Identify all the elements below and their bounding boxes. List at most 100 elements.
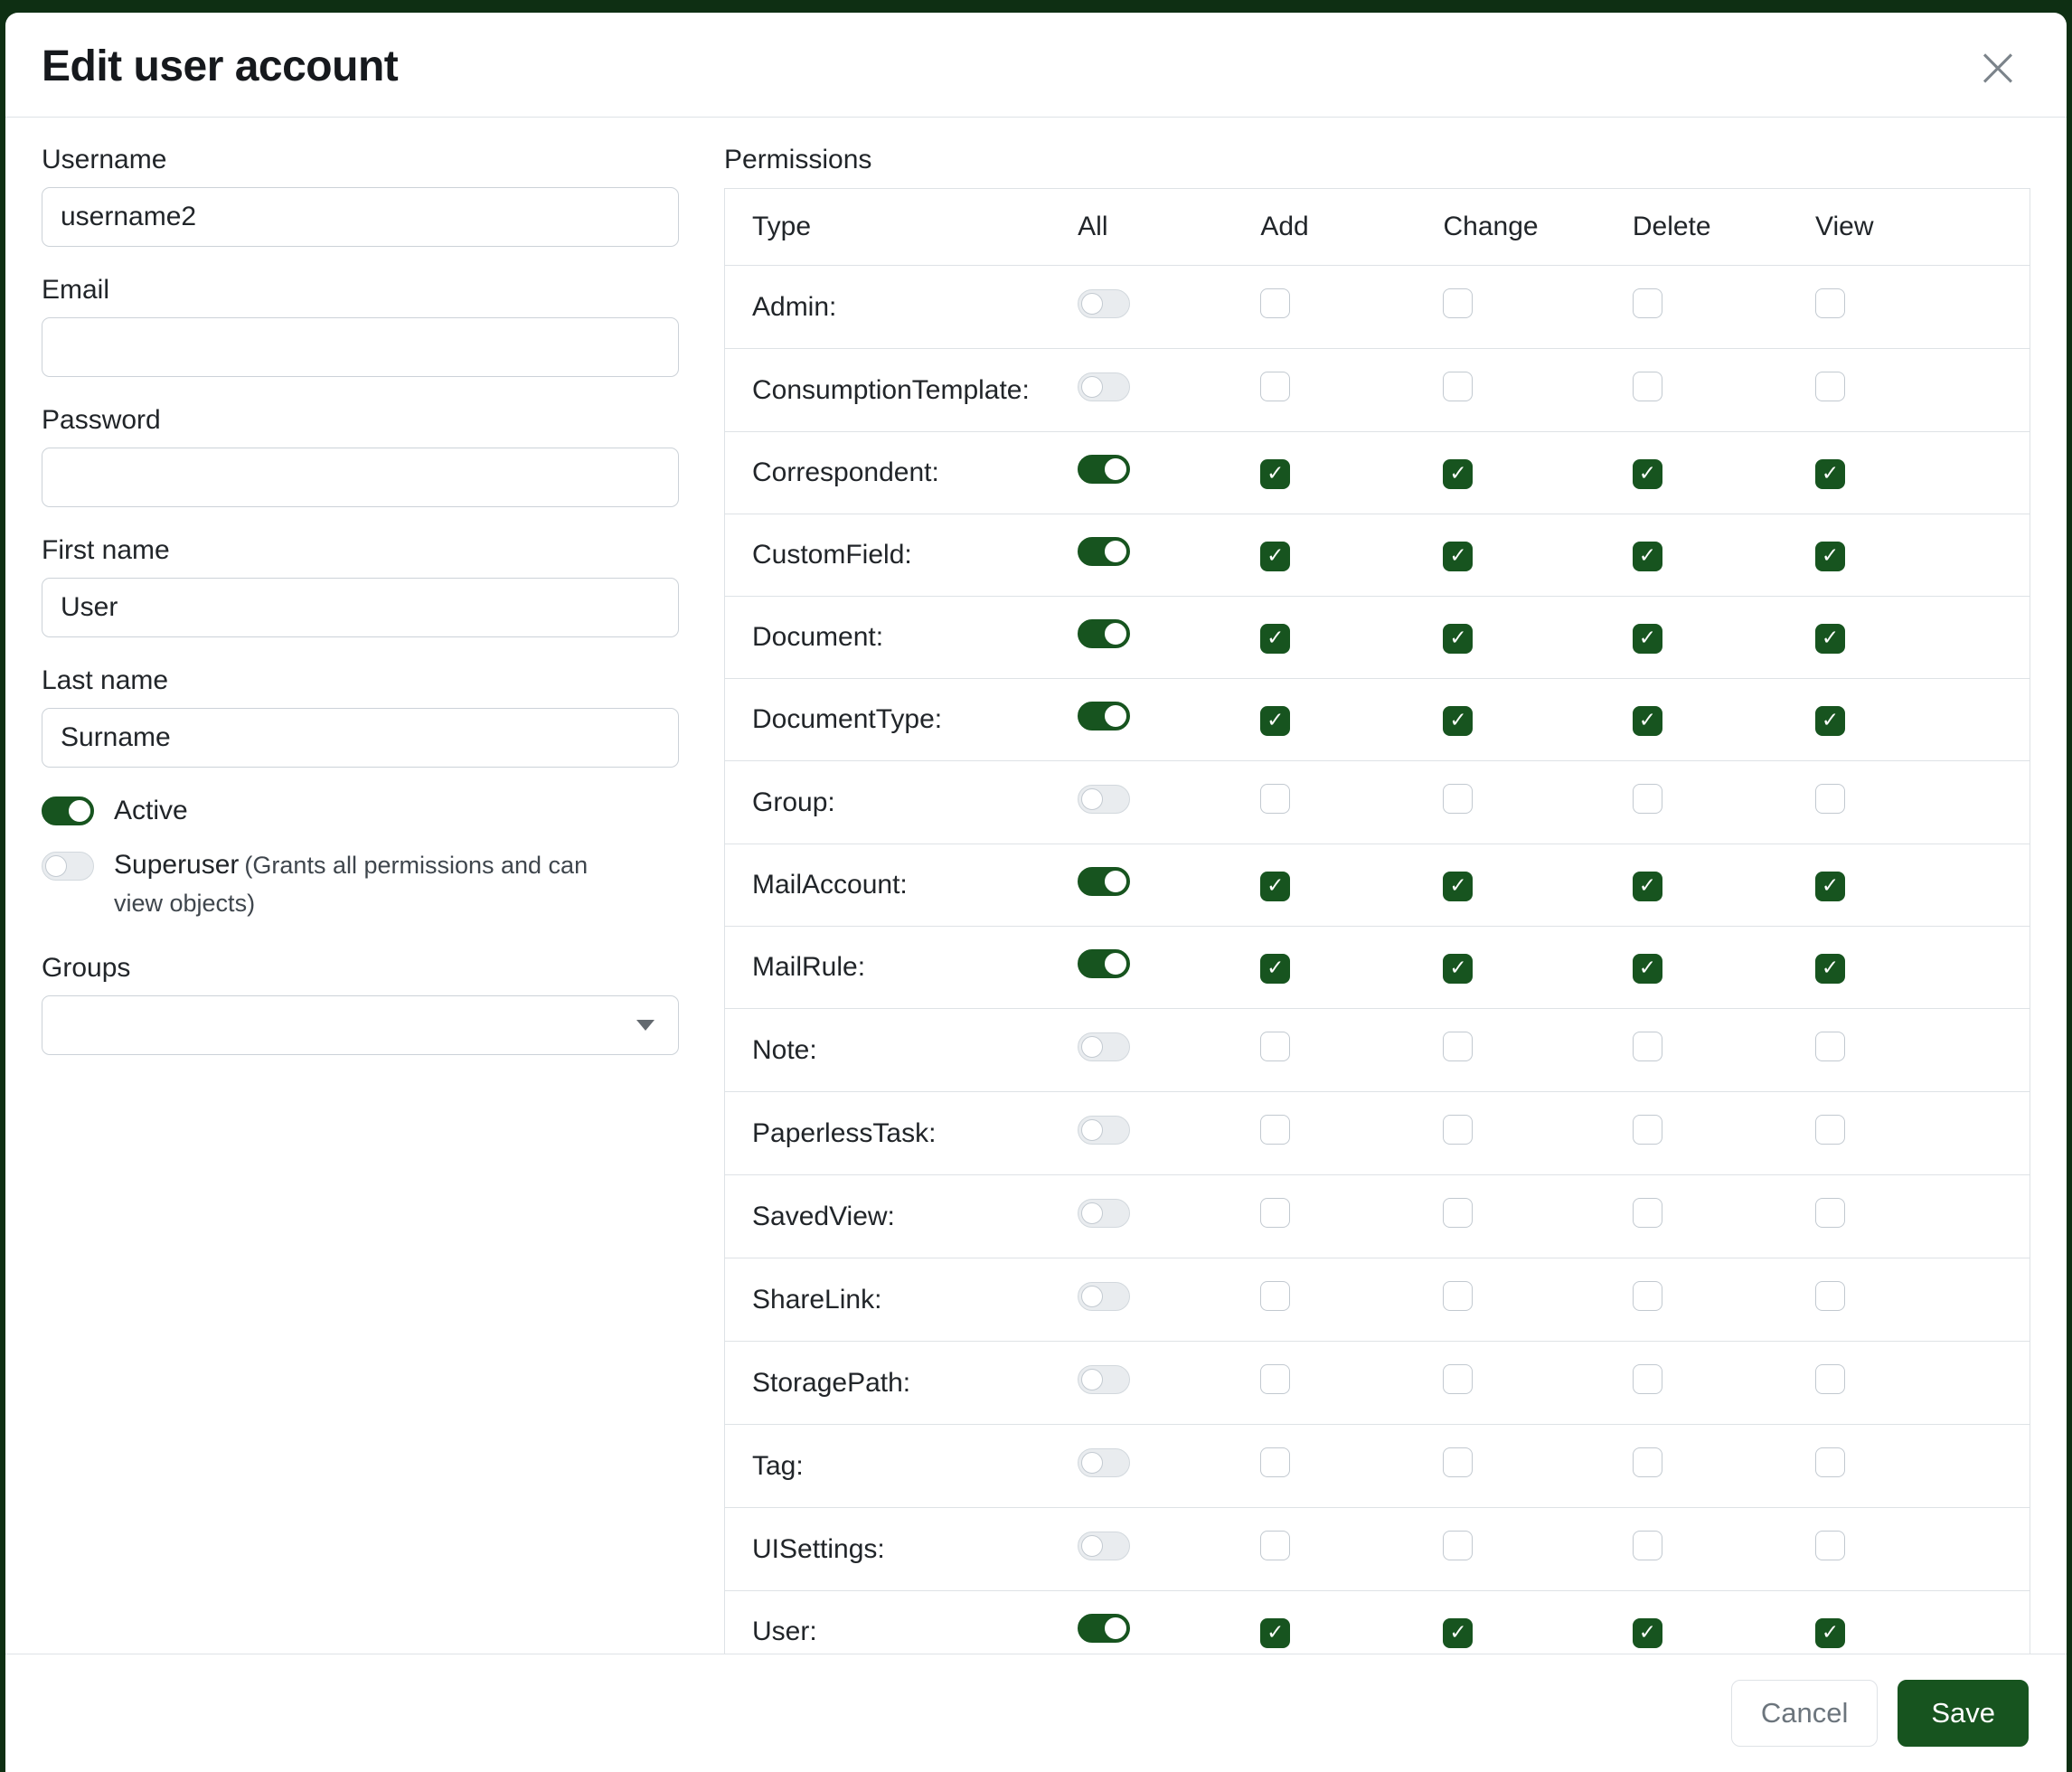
- permission-change-checkbox[interactable]: [1443, 1447, 1473, 1477]
- permission-change-checkbox[interactable]: ✓: [1443, 1618, 1473, 1648]
- permission-delete-checkbox[interactable]: [1633, 1364, 1662, 1394]
- permission-add-checkbox[interactable]: [1260, 1447, 1290, 1477]
- permission-change-checkbox[interactable]: [1443, 1281, 1473, 1311]
- close-icon[interactable]: ×: [1971, 44, 2025, 90]
- permission-add-checkbox[interactable]: [1260, 784, 1290, 814]
- permission-type-label: DocumentType:: [725, 679, 1071, 761]
- save-button[interactable]: Save: [1898, 1680, 2029, 1747]
- permission-all-toggle[interactable]: [1078, 949, 1130, 978]
- permission-all-toggle[interactable]: [1078, 1532, 1130, 1560]
- permission-view-checkbox[interactable]: ✓: [1815, 872, 1845, 901]
- permission-add-checkbox[interactable]: ✓: [1260, 624, 1290, 654]
- permission-all-toggle[interactable]: [1078, 537, 1130, 566]
- password-input[interactable]: [42, 448, 679, 507]
- permission-all-toggle[interactable]: [1078, 455, 1130, 484]
- permission-all-toggle[interactable]: [1078, 619, 1130, 648]
- permission-view-checkbox[interactable]: ✓: [1815, 542, 1845, 571]
- first-name-input[interactable]: [42, 578, 679, 637]
- permission-add-checkbox[interactable]: [1260, 1032, 1290, 1061]
- permission-view-checkbox[interactable]: [1815, 784, 1845, 814]
- permission-all-toggle[interactable]: [1078, 372, 1130, 401]
- permission-view-checkbox[interactable]: [1815, 1281, 1845, 1311]
- permission-all-toggle[interactable]: [1078, 702, 1130, 730]
- permission-add-checkbox[interactable]: [1260, 1115, 1290, 1145]
- permission-add-checkbox[interactable]: [1260, 288, 1290, 318]
- permission-all-toggle[interactable]: [1078, 1448, 1130, 1477]
- groups-select[interactable]: [42, 995, 679, 1055]
- permission-change-checkbox[interactable]: ✓: [1443, 542, 1473, 571]
- permission-all-toggle[interactable]: [1078, 1282, 1130, 1311]
- permission-type-label: Group:: [725, 761, 1071, 844]
- permission-delete-checkbox[interactable]: [1633, 1447, 1662, 1477]
- permission-view-checkbox[interactable]: [1815, 1364, 1845, 1394]
- permission-all-toggle[interactable]: [1078, 867, 1130, 896]
- permission-change-checkbox[interactable]: [1443, 1531, 1473, 1560]
- permission-add-checkbox[interactable]: [1260, 1198, 1290, 1228]
- permission-delete-checkbox[interactable]: ✓: [1633, 459, 1662, 489]
- permission-add-checkbox[interactable]: ✓: [1260, 1618, 1290, 1648]
- permission-delete-checkbox[interactable]: [1633, 288, 1662, 318]
- active-toggle[interactable]: [42, 796, 94, 825]
- permission-change-checkbox[interactable]: [1443, 1198, 1473, 1228]
- permission-all-toggle[interactable]: [1078, 1614, 1130, 1643]
- permission-all-toggle[interactable]: [1078, 785, 1130, 814]
- permission-add-checkbox[interactable]: [1260, 1281, 1290, 1311]
- permission-change-checkbox[interactable]: [1443, 1364, 1473, 1394]
- cancel-button[interactable]: Cancel: [1731, 1680, 1879, 1747]
- permission-change-checkbox[interactable]: ✓: [1443, 459, 1473, 489]
- permission-add-checkbox[interactable]: ✓: [1260, 872, 1290, 901]
- permission-view-checkbox[interactable]: [1815, 1531, 1845, 1560]
- permission-view-checkbox[interactable]: ✓: [1815, 459, 1845, 489]
- permission-add-checkbox[interactable]: ✓: [1260, 459, 1290, 489]
- permission-row: Group:: [725, 761, 2030, 844]
- permission-add-checkbox[interactable]: ✓: [1260, 542, 1290, 571]
- permission-view-checkbox[interactable]: ✓: [1815, 954, 1845, 984]
- permission-change-checkbox[interactable]: [1443, 1115, 1473, 1145]
- last-name-input[interactable]: [42, 708, 679, 768]
- permission-all-toggle[interactable]: [1078, 1365, 1130, 1394]
- username-input[interactable]: [42, 187, 679, 247]
- permission-delete-checkbox[interactable]: [1633, 372, 1662, 401]
- permission-delete-checkbox[interactable]: [1633, 1032, 1662, 1061]
- permission-change-checkbox[interactable]: [1443, 288, 1473, 318]
- permission-delete-checkbox[interactable]: [1633, 784, 1662, 814]
- permission-all-toggle[interactable]: [1078, 1199, 1130, 1228]
- permission-delete-checkbox[interactable]: [1633, 1198, 1662, 1228]
- permission-delete-checkbox[interactable]: ✓: [1633, 1618, 1662, 1648]
- permission-delete-checkbox[interactable]: ✓: [1633, 706, 1662, 736]
- permission-view-checkbox[interactable]: [1815, 1447, 1845, 1477]
- permission-change-checkbox[interactable]: ✓: [1443, 954, 1473, 984]
- permission-view-checkbox[interactable]: ✓: [1815, 624, 1845, 654]
- permission-delete-checkbox[interactable]: [1633, 1531, 1662, 1560]
- permission-change-checkbox[interactable]: ✓: [1443, 872, 1473, 901]
- permission-view-checkbox[interactable]: [1815, 1115, 1845, 1145]
- permission-view-checkbox[interactable]: [1815, 372, 1845, 401]
- last-name-label: Last name: [42, 665, 679, 696]
- permission-change-checkbox[interactable]: [1443, 784, 1473, 814]
- permission-delete-checkbox[interactable]: [1633, 1281, 1662, 1311]
- permission-add-checkbox[interactable]: ✓: [1260, 706, 1290, 736]
- permission-all-toggle[interactable]: [1078, 1032, 1130, 1061]
- superuser-toggle[interactable]: [42, 852, 94, 881]
- permission-delete-checkbox[interactable]: ✓: [1633, 954, 1662, 984]
- permission-delete-checkbox[interactable]: ✓: [1633, 624, 1662, 654]
- permission-view-checkbox[interactable]: [1815, 288, 1845, 318]
- permission-add-checkbox[interactable]: ✓: [1260, 954, 1290, 984]
- permission-view-checkbox[interactable]: ✓: [1815, 1618, 1845, 1648]
- permission-delete-checkbox[interactable]: ✓: [1633, 542, 1662, 571]
- permission-delete-checkbox[interactable]: ✓: [1633, 872, 1662, 901]
- permission-add-checkbox[interactable]: [1260, 1531, 1290, 1560]
- permission-change-checkbox[interactable]: ✓: [1443, 706, 1473, 736]
- permission-view-checkbox[interactable]: [1815, 1032, 1845, 1061]
- permission-change-checkbox[interactable]: ✓: [1443, 624, 1473, 654]
- permission-all-toggle[interactable]: [1078, 289, 1130, 318]
- permission-change-checkbox[interactable]: [1443, 372, 1473, 401]
- permission-view-checkbox[interactable]: ✓: [1815, 706, 1845, 736]
- permission-delete-checkbox[interactable]: [1633, 1115, 1662, 1145]
- permission-all-toggle[interactable]: [1078, 1116, 1130, 1145]
- permission-change-checkbox[interactable]: [1443, 1032, 1473, 1061]
- permission-view-checkbox[interactable]: [1815, 1198, 1845, 1228]
- permission-add-checkbox[interactable]: [1260, 372, 1290, 401]
- email-input[interactable]: [42, 317, 679, 377]
- permission-add-checkbox[interactable]: [1260, 1364, 1290, 1394]
